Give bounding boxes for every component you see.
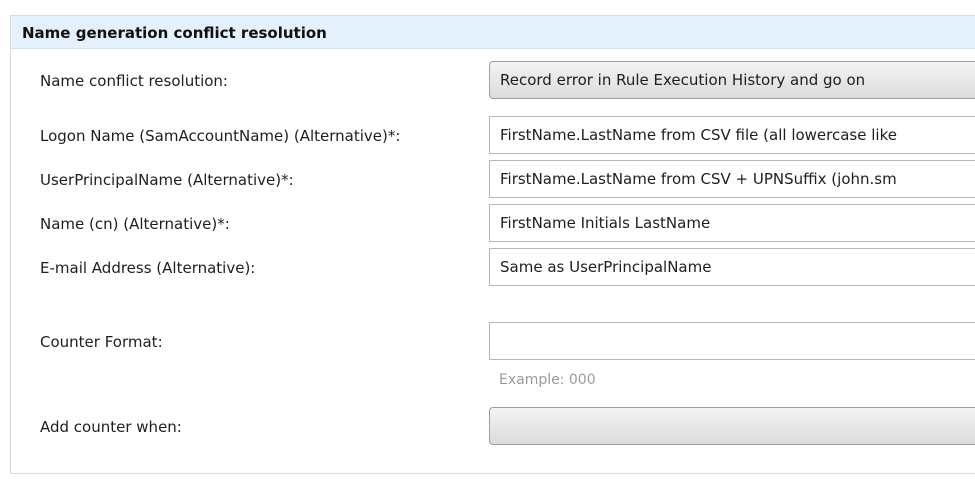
email-address-label: E-mail Address (Alternative):: [40, 259, 256, 277]
user-principal-name-label: UserPrincipalName (Alternative)*:: [40, 171, 294, 189]
logon-name-label: Logon Name (SamAccountName) (Alternative…: [40, 127, 401, 145]
name-conflict-resolution-label: Name conflict resolution:: [40, 72, 228, 90]
section-title: Name generation conflict resolution: [22, 24, 327, 42]
add-counter-when-label: Add counter when:: [40, 418, 182, 436]
row-name-cn: Name (cn) (Alternative)*: FirstName Init…: [11, 204, 975, 244]
counter-format-hint: Example: 000: [499, 372, 596, 388]
logon-name-field[interactable]: FirstName.LastName from CSV file (all lo…: [489, 116, 975, 154]
row-email-address: E-mail Address (Alternative): Same as Us…: [11, 248, 975, 288]
row-name-conflict-resolution: Name conflict resolution: Record error i…: [11, 61, 975, 101]
row-logon-name: Logon Name (SamAccountName) (Alternative…: [11, 116, 975, 156]
name-cn-field[interactable]: FirstName Initials LastName: [489, 204, 975, 242]
name-conflict-resolution-dropdown[interactable]: Record error in Rule Execution History a…: [489, 61, 975, 99]
row-counter-format: Counter Format:: [11, 322, 975, 362]
row-add-counter-when: Add counter when:: [11, 407, 975, 447]
user-principal-name-field[interactable]: FirstName.LastName from CSV + UPNSuffix …: [489, 160, 975, 198]
add-counter-when-dropdown[interactable]: [489, 407, 975, 445]
section-header: Name generation conflict resolution: [11, 16, 975, 49]
email-address-field[interactable]: Same as UserPrincipalName: [489, 248, 975, 286]
name-conflict-panel: Name generation conflict resolution Name…: [10, 15, 975, 474]
row-user-principal-name: UserPrincipalName (Alternative)*: FirstN…: [11, 160, 975, 200]
counter-format-label: Counter Format:: [40, 333, 163, 351]
name-cn-label: Name (cn) (Alternative)*:: [40, 215, 230, 233]
counter-format-input[interactable]: [489, 322, 975, 360]
